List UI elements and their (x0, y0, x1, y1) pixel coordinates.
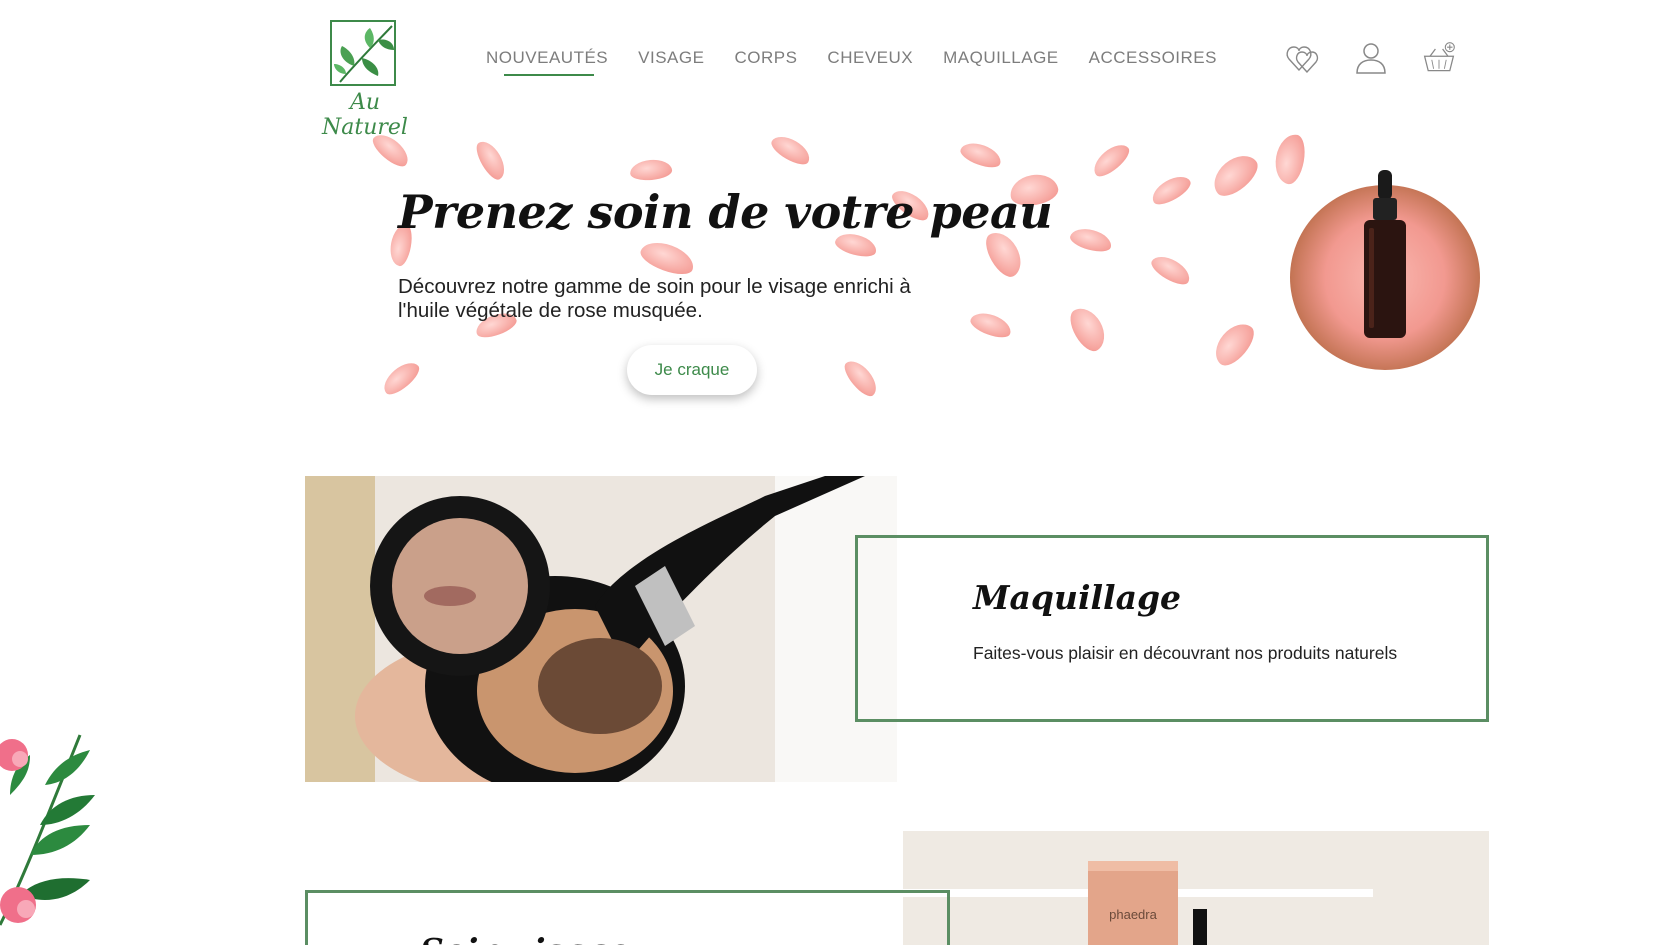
nav-item-corps[interactable]: CORPS (734, 48, 797, 74)
hero-title: Prenez soin de votre peau (398, 185, 1053, 239)
rose-petal (629, 158, 673, 182)
rose-petal (368, 128, 414, 172)
maquillage-card[interactable]: Maquillage Faites-vous plaisir en découv… (855, 535, 1489, 722)
dropper-bottle (1364, 170, 1406, 338)
rose-petal (1271, 131, 1309, 187)
rose-petal (1207, 316, 1261, 372)
rose-petal (767, 130, 815, 170)
nav-item-cheveux[interactable]: CHEVEUX (827, 48, 913, 74)
je-craque-button[interactable]: Je craque (627, 345, 757, 395)
rose-petal (1206, 147, 1264, 203)
nav-item-maquillage[interactable]: MAQUILLAGE (943, 48, 1059, 74)
maquillage-title: Maquillage (973, 578, 1182, 617)
soin-visage-card[interactable]: Soin visage (305, 890, 950, 945)
logo-frame (330, 20, 396, 86)
soin-visage-image[interactable]: phaedra (903, 831, 1489, 945)
main-nav: NOUVEAUTÉS VISAGE CORPS CHEVEUX MAQUILLA… (486, 48, 1247, 76)
rose-petal (967, 308, 1015, 342)
rose-petal (1147, 170, 1195, 210)
rose-petal (1147, 250, 1195, 290)
nav-item-nouveautes[interactable]: NOUVEAUTÉS (486, 48, 608, 76)
rose-petal (1088, 138, 1134, 182)
soin-visage-title: Soin visage (420, 931, 630, 945)
header-actions (1285, 40, 1457, 76)
rose-petal (471, 136, 511, 184)
rose-petal (957, 138, 1005, 172)
rose-petal (378, 356, 424, 400)
nav-item-accessoires[interactable]: ACCESSOIRES (1089, 48, 1217, 74)
product-box-label: phaedra (1109, 907, 1157, 922)
user-icon[interactable] (1353, 40, 1389, 76)
rose-petal (1068, 224, 1114, 256)
hero-banner: Prenez soin de votre peau Découvrez notr… (330, 128, 1480, 410)
basket-icon[interactable] (1421, 40, 1457, 76)
hero-subtitle: Découvrez notre gamme de soin pour le vi… (398, 275, 911, 322)
rose-petal (637, 236, 698, 280)
floral-branch-decoration (0, 734, 95, 926)
rose-petal (1064, 302, 1112, 356)
rose-petal (839, 355, 883, 401)
nav-item-visage[interactable]: VISAGE (638, 48, 704, 74)
hearts-icon[interactable] (1285, 40, 1321, 76)
brand-logo[interactable]: Au Naturel (310, 10, 420, 140)
maquillage-description: Faites-vous plaisir en découvrant nos pr… (973, 643, 1398, 663)
leaf-icon (334, 25, 394, 83)
makeup-compact-photo (305, 476, 897, 782)
maquillage-image[interactable] (305, 476, 897, 782)
skincare-products-photo: phaedra (903, 831, 1489, 945)
